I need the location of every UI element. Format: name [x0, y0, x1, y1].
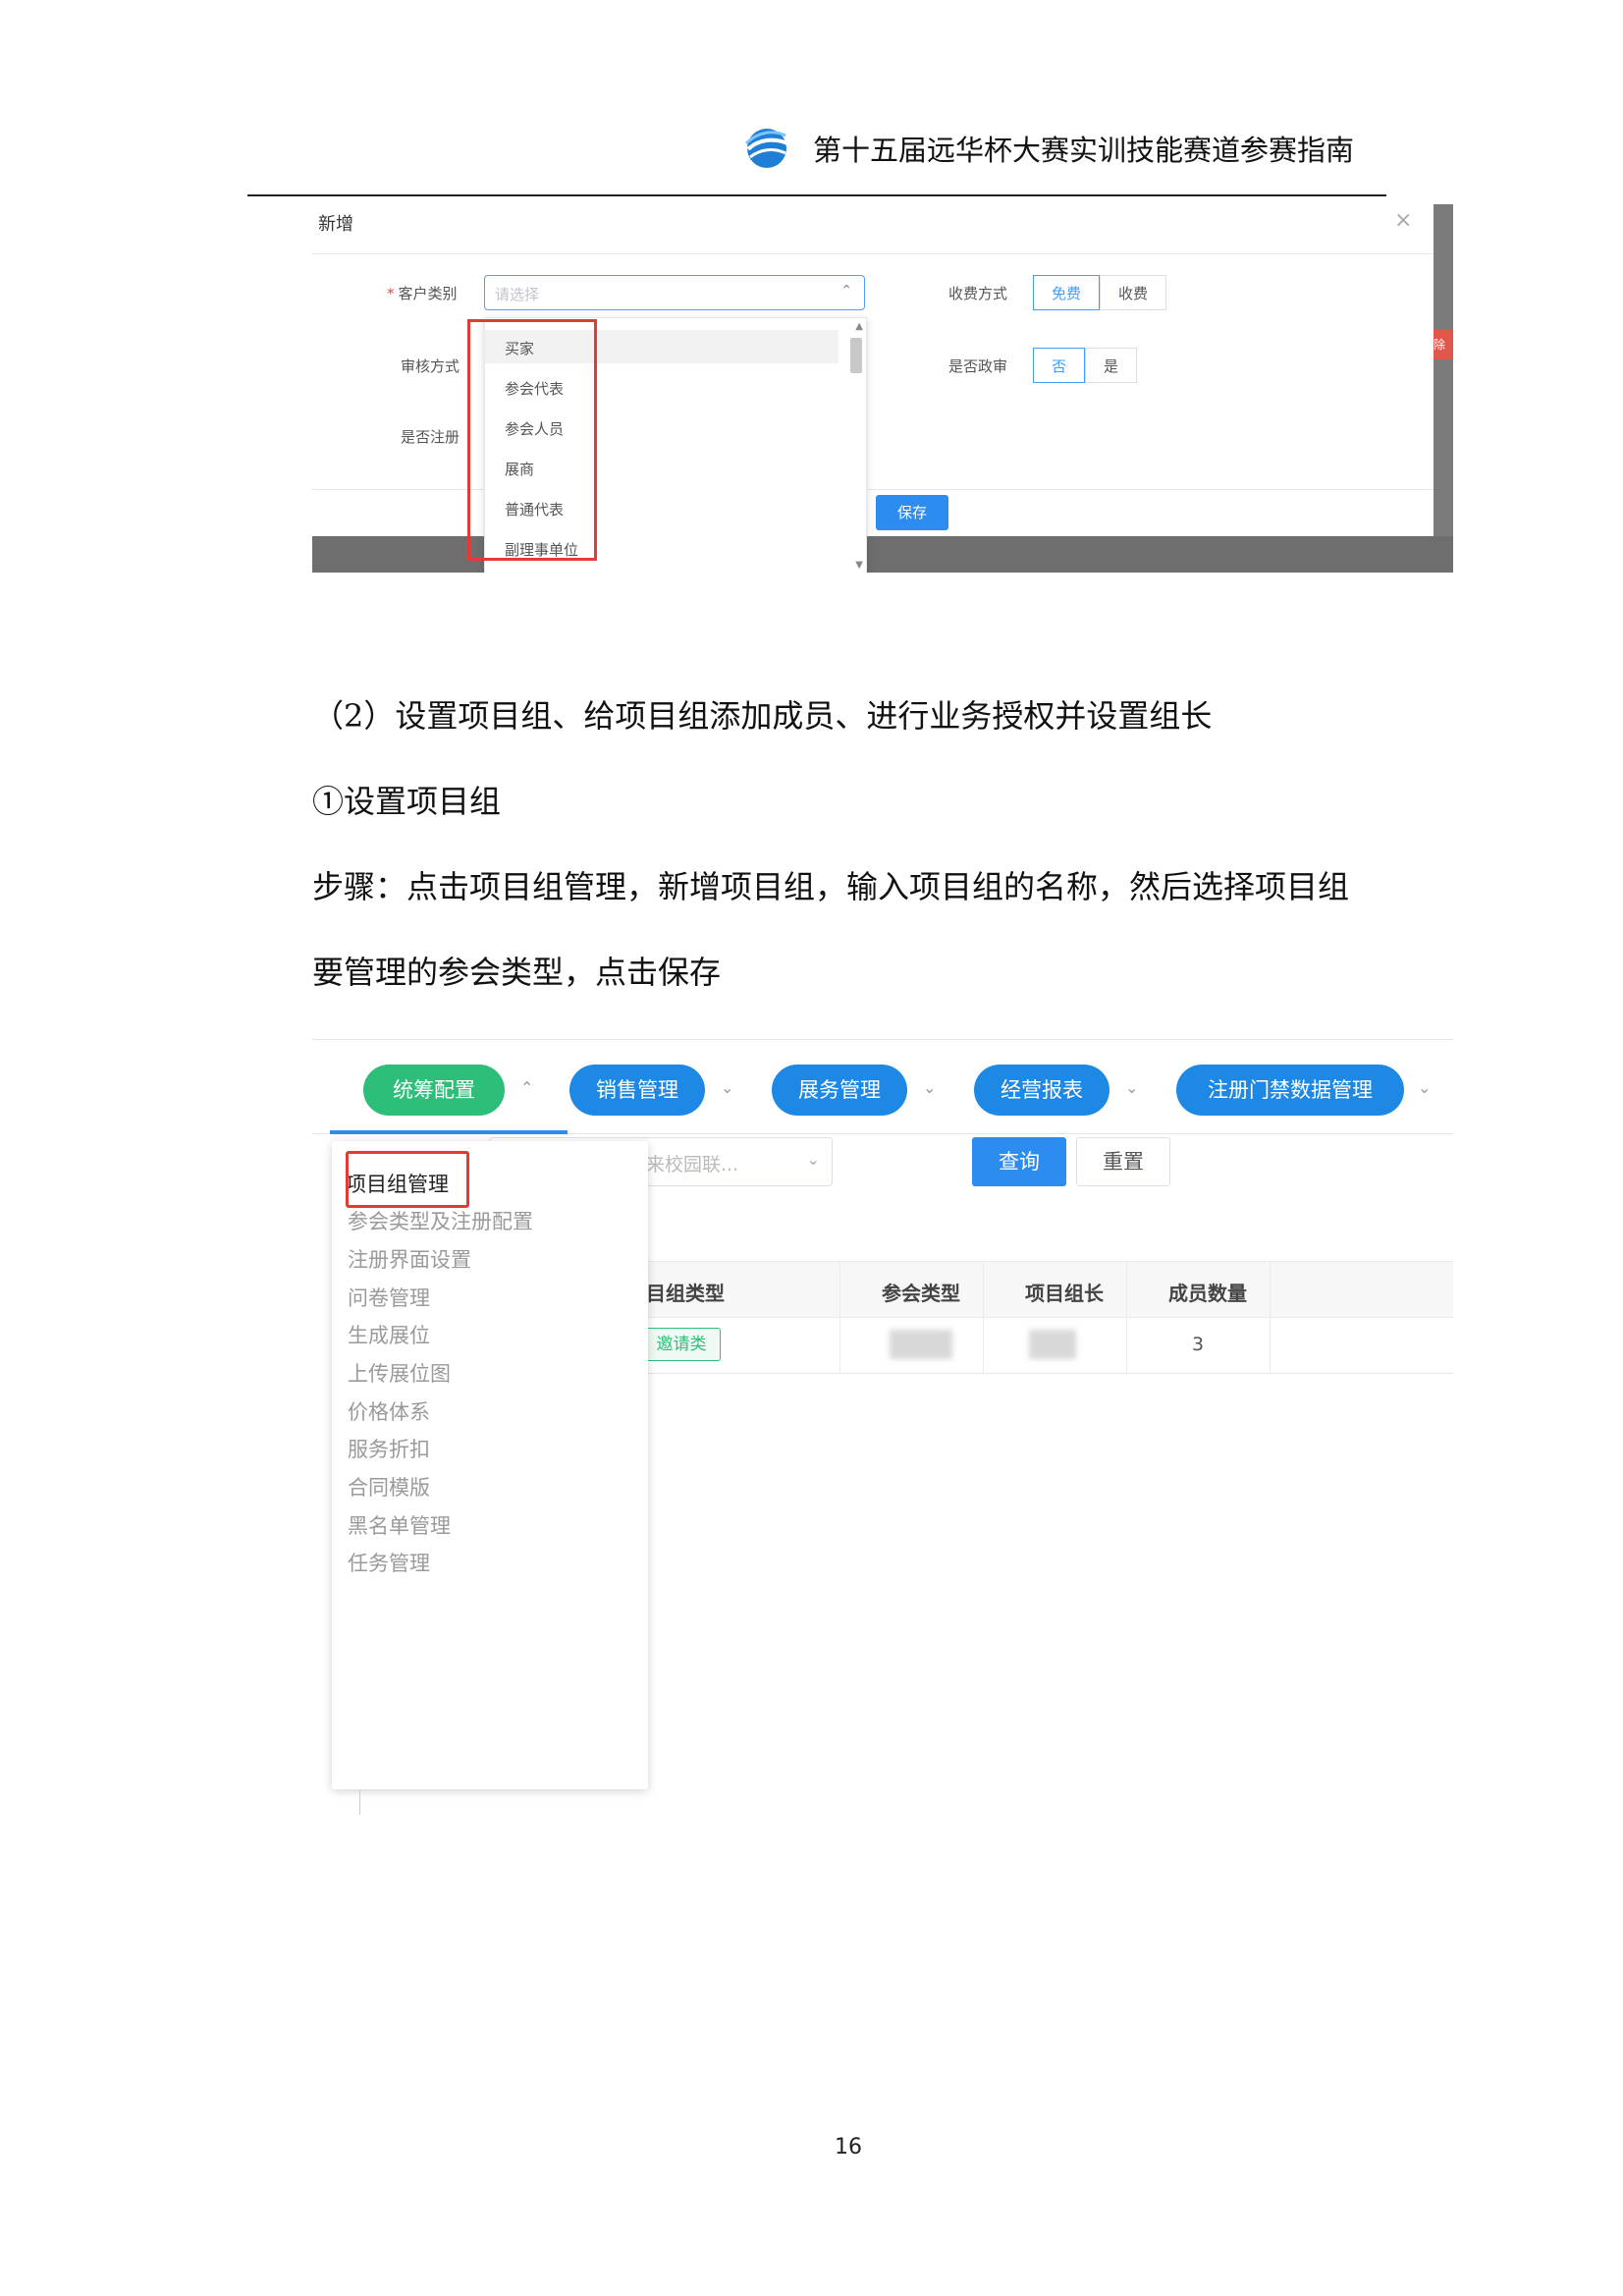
- tree-guide-line: [359, 1789, 360, 1815]
- paragraph-step-heading: （2）设置项目组、给项目组添加成员、进行业务授权并设置组长: [312, 697, 1213, 735]
- scroll-up-icon[interactable]: ▲: [855, 321, 863, 332]
- dropdown-scrollbar[interactable]: [850, 338, 862, 373]
- menu-item[interactable]: 合同模版: [348, 1472, 430, 1502]
- column-divider: [1270, 1261, 1271, 1373]
- gov-no-option[interactable]: 否: [1033, 348, 1086, 383]
- paragraph-steps-line1: 步骤：点击项目组管理，新增项目组，输入项目组的名称，然后选择项目组: [312, 868, 1350, 905]
- column-header: 目组类型: [646, 1282, 725, 1305]
- select-placeholder: 请选择: [495, 286, 540, 303]
- is-registered-label: 是否注册: [401, 428, 460, 446]
- dialog-title: 新增: [318, 214, 353, 235]
- fee-free-option[interactable]: 免费: [1033, 275, 1101, 310]
- save-button[interactable]: 保存: [876, 495, 948, 530]
- paragraph-substep: ①设置项目组: [312, 783, 502, 820]
- scroll-down-icon[interactable]: ▼: [855, 560, 863, 571]
- member-count-cell: 3: [1192, 1334, 1205, 1355]
- dialog-screenshot: 新增 × * 客户类别 请选择 ⌃ 审核方式 是否注册 收费方式 免费 收费 是否…: [312, 204, 1453, 573]
- chevron-down-icon[interactable]: ⌄: [923, 1078, 936, 1097]
- page-header-title: 第十五届远华杯大赛实训技能赛道参赛指南: [813, 134, 1355, 167]
- paragraph-steps-line2: 要管理的参会类型，点击保存: [312, 954, 722, 991]
- screenshot-top-border: [312, 1039, 1453, 1040]
- nav-tab-registration-access[interactable]: 注册门禁数据管理: [1176, 1065, 1404, 1116]
- header-rule: [247, 194, 1386, 196]
- menu-item[interactable]: 上传展位图: [348, 1358, 451, 1388]
- close-icon[interactable]: ×: [1394, 208, 1412, 233]
- chevron-up-icon[interactable]: ⌃: [520, 1078, 533, 1097]
- menu-item[interactable]: 价格体系: [348, 1396, 430, 1426]
- chevron-down-icon: ⌄: [806, 1150, 820, 1169]
- column-header: 成员数量: [1168, 1282, 1247, 1305]
- chevron-up-icon: ⌃: [840, 283, 852, 299]
- fee-method-toggle: 免费 收费: [1033, 275, 1167, 310]
- project-type-tag: 邀请类: [642, 1328, 721, 1361]
- nav-tab-exhibition[interactable]: 展务管理: [772, 1065, 907, 1116]
- fee-paid-option[interactable]: 收费: [1100, 275, 1167, 310]
- menu-item[interactable]: 参会类型及注册配置: [348, 1206, 533, 1235]
- dialog-divider: [312, 253, 1434, 254]
- gov-review-label: 是否政审: [948, 357, 1008, 375]
- menu-item[interactable]: 注册界面设置: [348, 1244, 471, 1274]
- nav-active-indicator: [330, 1130, 568, 1134]
- nav-tab-overall-config[interactable]: 统筹配置: [363, 1065, 505, 1116]
- column-header: 参会类型: [882, 1282, 960, 1305]
- page-number: 16: [835, 2135, 862, 2159]
- chevron-down-icon[interactable]: ⌄: [1125, 1078, 1138, 1097]
- customer-type-label: * 客户类别: [387, 285, 458, 302]
- menu-item[interactable]: 生成展位: [348, 1320, 430, 1349]
- config-dropdown-menu: 项目组管理 参会类型及注册配置 注册界面设置 问卷管理 生成展位 上传展位图 价…: [332, 1141, 648, 1789]
- customer-type-select[interactable]: 请选择 ⌃: [484, 275, 865, 310]
- fee-method-label: 收费方式: [948, 285, 1008, 302]
- modal-mask-right: [1434, 204, 1453, 573]
- column-divider: [1126, 1261, 1127, 1373]
- chevron-down-icon[interactable]: ⌄: [1418, 1078, 1431, 1097]
- edge-delete-fragment: 除: [1434, 330, 1453, 359]
- review-method-label: 审核方式: [401, 357, 460, 375]
- column-header: 项目组长: [1025, 1282, 1104, 1305]
- nav-tab-sales[interactable]: 销售管理: [569, 1065, 705, 1116]
- column-divider: [839, 1261, 840, 1373]
- redacted-meeting-type: [890, 1330, 952, 1359]
- query-button[interactable]: 查询: [972, 1137, 1066, 1186]
- menu-item[interactable]: 服务折扣: [348, 1434, 430, 1463]
- reset-button[interactable]: 重置: [1076, 1137, 1170, 1186]
- highlight-box: [346, 1151, 469, 1208]
- nav-tab-reports[interactable]: 经营报表: [974, 1065, 1109, 1116]
- swoosh-globe-logo-icon: [744, 129, 788, 168]
- gov-review-toggle: 否 是: [1033, 348, 1138, 383]
- redacted-group-leader: [1029, 1330, 1076, 1359]
- highlight-box: [467, 319, 597, 561]
- column-divider: [983, 1261, 984, 1373]
- app-screenshot: 统筹配置 ⌃ 销售管理 ⌄ 展务管理 ⌄ 经营报表 ⌄ 注册门禁数据管理 ⌄ 未…: [312, 1039, 1453, 1815]
- menu-item[interactable]: 问卷管理: [348, 1283, 430, 1312]
- menu-item[interactable]: 黑名单管理: [348, 1510, 451, 1540]
- menu-item[interactable]: 任务管理: [348, 1548, 430, 1577]
- chevron-down-icon[interactable]: ⌄: [721, 1078, 733, 1097]
- gov-yes-option[interactable]: 是: [1085, 348, 1138, 383]
